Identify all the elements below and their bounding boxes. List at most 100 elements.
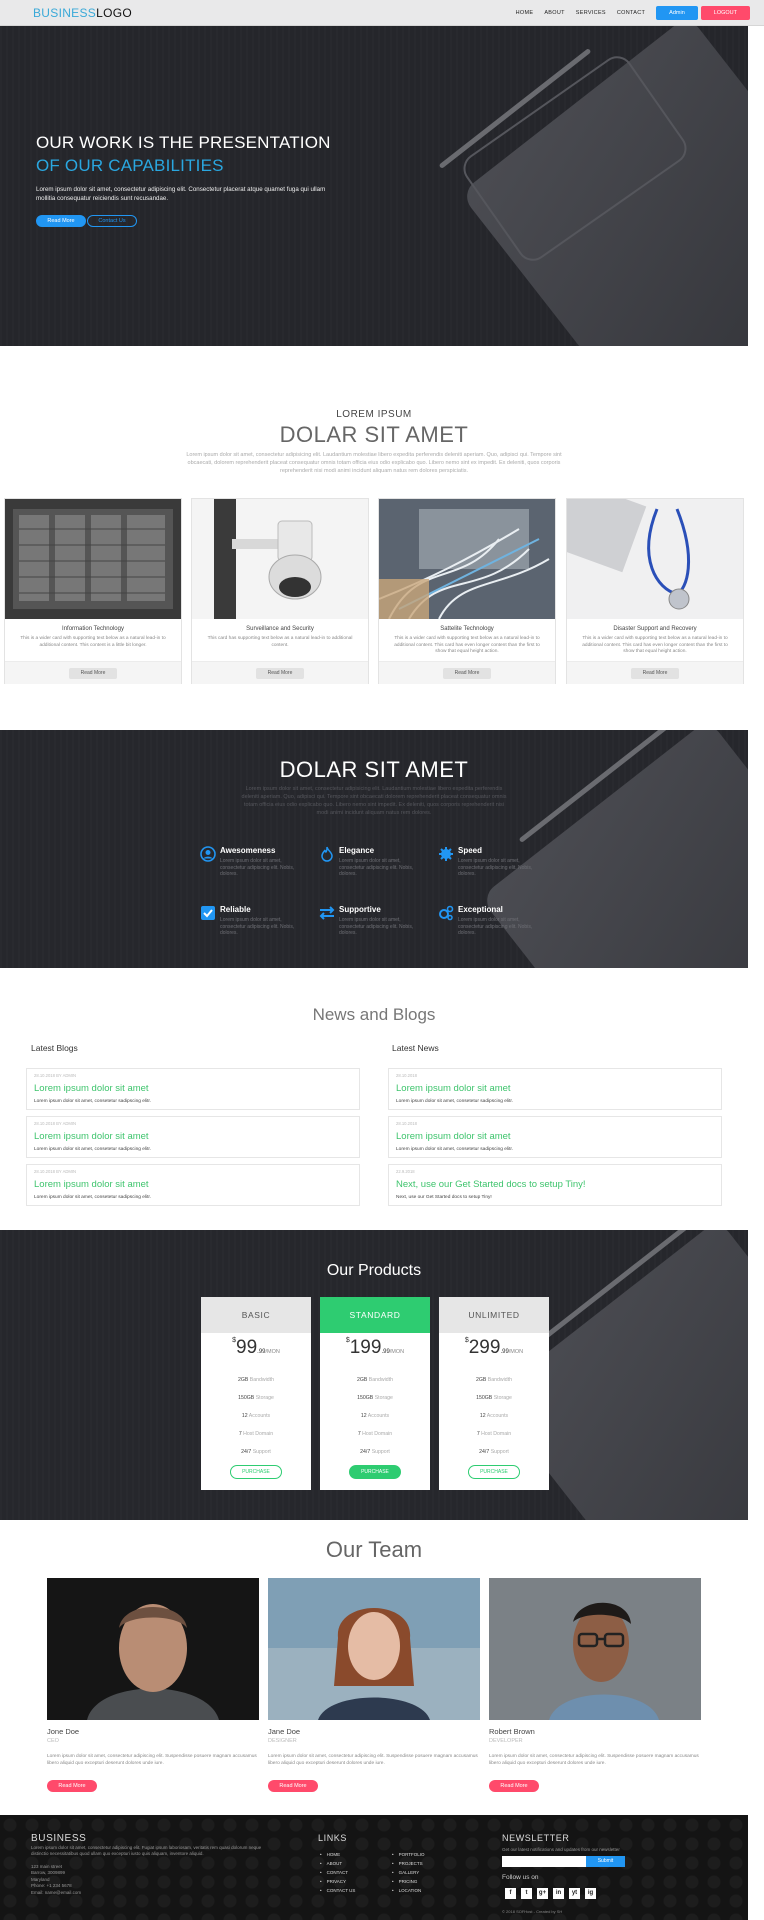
service-card: Information Technology This is a wider c… (4, 498, 182, 684)
instagram-icon[interactable]: ig (585, 1888, 596, 1899)
admin-button[interactable]: Admin (656, 6, 698, 20)
news-item[interactable]: 28.10.2018 Lorem ipsum dolor sit amet Lo… (388, 1116, 722, 1158)
youtube-icon[interactable]: yt (569, 1888, 580, 1899)
blog-meta: 28.10.2018 BY ADMIN (34, 1073, 77, 1078)
feature-value: 12 (479, 1413, 486, 1419)
blog-item[interactable]: 28.10.2018 BY ADMIN Lorem ipsum dolor si… (26, 1164, 360, 1206)
logout-button[interactable]: LOGOUT (700, 6, 750, 20)
products-title: Our Products (326, 1262, 422, 1279)
feature-desc: Lorem ipsum dolor sit amet, consectetur … (458, 858, 533, 877)
feature-label: Accounts (367, 1413, 390, 1419)
footer-address: 123 main street Barrow, 3009899 Maryland… (31, 1864, 82, 1895)
footer-link-contact-us[interactable]: CONTACT US (320, 1888, 356, 1893)
blog-headline[interactable]: Lorem ipsum dolor sit amet (34, 1179, 149, 1190)
plan-feature: 24/7 Support (320, 1449, 430, 1455)
card-read-more-button[interactable]: Read More (256, 668, 304, 679)
plan-feature: 7 Host Domain (201, 1431, 311, 1437)
feature-desc: Lorem ipsum dolor sit amet, consectetur … (220, 917, 295, 936)
card-footer: Read More (567, 661, 743, 684)
member-bio: Lorem ipsum dolor sit amet, consectetur … (489, 1754, 699, 1766)
footer-link-portfolio[interactable]: PORTFOLIO (392, 1852, 425, 1857)
pricing-plan-unlimited: UNLIMITED $299.99/MON 2GB Bandwidth 150G… (439, 1297, 549, 1490)
card-read-more-button[interactable]: Read More (631, 668, 679, 679)
footer-link-about[interactable]: ABOUT (320, 1861, 343, 1866)
card-read-more-button[interactable]: Read More (69, 668, 117, 679)
blog-excerpt: Lorem ipsum dolor sit amet, consetetur s… (34, 1195, 152, 1200)
feature-label: Accounts (486, 1413, 509, 1419)
blog-headline[interactable]: Lorem ipsum dolor sit amet (34, 1083, 149, 1094)
footer-link-location[interactable]: LOCATION (392, 1888, 422, 1893)
nav-link-about[interactable]: ABOUT (544, 10, 564, 16)
plan-price: $199.99/MON (320, 1337, 430, 1359)
plan-feature: 12 Accounts (320, 1413, 430, 1419)
footer-link-home[interactable]: HOME (320, 1852, 341, 1857)
feature-awesomeness: Awesomeness Lorem ipsum dolor sit amet, … (200, 846, 310, 886)
newsletter-email-input[interactable] (502, 1856, 586, 1867)
news-headline[interactable]: Lorem ipsum dolor sit amet (396, 1083, 511, 1094)
facebook-icon[interactable]: f (505, 1888, 516, 1899)
footer-link-privacy[interactable]: PRIVACY (320, 1879, 346, 1884)
news-meta: 22.9.2018 (396, 1169, 415, 1174)
nav-link-services[interactable]: SERVICES (576, 10, 606, 16)
site-logo[interactable]: BUSINESSLOGO (33, 6, 132, 20)
feature-supportive: Supportive Lorem ipsum dolor sit amet, c… (319, 905, 429, 945)
services-kicker: LOREM IPSUM (336, 409, 412, 420)
member-read-more-button[interactable]: Read More (489, 1780, 539, 1792)
plan-name: STANDARD (320, 1297, 430, 1333)
news-item[interactable]: 28.10.2018 Lorem ipsum dolor sit amet Lo… (388, 1068, 722, 1110)
newsletter-submit-button[interactable]: Submit (586, 1856, 625, 1867)
card-text: This is a wider card with supporting tex… (582, 636, 728, 654)
linkedin-icon[interactable]: in (553, 1888, 564, 1899)
stethoscope-image (567, 499, 743, 619)
pricing-plan-standard: STANDARD $199.99/MON 2GB Bandwidth 150GB… (320, 1297, 430, 1490)
blog-item[interactable]: 28.10.2018 BY ADMIN Lorem ipsum dolor si… (26, 1068, 360, 1110)
feature-value: 2GB (475, 1377, 487, 1383)
feature-speed: Speed Lorem ipsum dolor sit amet, consec… (438, 846, 548, 886)
footer-link-pricing[interactable]: PRICING (392, 1879, 418, 1884)
feature-value: 2GB (237, 1377, 249, 1383)
purchase-button[interactable]: PURCHASE (349, 1465, 401, 1479)
plan-name: BASIC (201, 1297, 311, 1333)
site-footer: BUSINESS Lorem ipsum dolor sit amet, con… (0, 1815, 748, 1920)
blog-item[interactable]: 28.10.2018 BY ADMIN Lorem ipsum dolor si… (26, 1116, 360, 1158)
purchase-button[interactable]: PURCHASE (468, 1465, 520, 1479)
feature-label: Bandwidth (368, 1377, 394, 1383)
footer-link-gallery[interactable]: GALLERY (392, 1870, 420, 1875)
card-footer: Read More (192, 661, 368, 684)
hero-read-more-button[interactable]: Read More (36, 215, 86, 227)
footer-link-contact[interactable]: CONTACT (320, 1870, 348, 1875)
member-read-more-button[interactable]: Read More (47, 1780, 97, 1792)
team-title: Our Team (325, 1537, 423, 1562)
feature-name: Exceptional (458, 905, 503, 914)
member-role: DESIGNER (268, 1738, 297, 1744)
card-read-more-button[interactable]: Read More (443, 668, 491, 679)
twitter-icon[interactable]: t (521, 1888, 532, 1899)
news-excerpt: Lorem ipsum dolor sit amet, consetetur s… (396, 1099, 514, 1104)
feature-label: Accounts (248, 1413, 271, 1419)
news-item[interactable]: 22.9.2018 Next, use our Get Started docs… (388, 1164, 722, 1206)
blog-headline[interactable]: Lorem ipsum dolor sit amet (34, 1131, 149, 1142)
plan-price-value: 199 (349, 1337, 382, 1358)
card-title: Disaster Support and Recovery (613, 626, 697, 632)
plan-feature: 12 Accounts (439, 1413, 549, 1419)
member-read-more-button[interactable]: Read More (268, 1780, 318, 1792)
feature-label: Bandwidth (487, 1377, 513, 1383)
news-section-title: News and Blogs (312, 1005, 436, 1024)
google-plus-icon[interactable]: g+ (537, 1888, 548, 1899)
nav-link-home[interactable]: HOME (516, 10, 534, 16)
latest-blogs-title: Latest Blogs (31, 1043, 78, 1053)
hero-contact-button[interactable]: Contact Us (87, 215, 137, 227)
news-headline[interactable]: Lorem ipsum dolor sit amet (396, 1131, 511, 1142)
nav-links: HOME ABOUT SERVICES CONTACT Admin LOGOUT (516, 6, 750, 20)
purchase-button[interactable]: PURCHASE (230, 1465, 282, 1479)
plan-feature: 150GB Storage (439, 1395, 549, 1401)
feature-name: Elegance (339, 846, 375, 855)
plan-price-cents: .99 (257, 1349, 266, 1355)
footer-link-projects[interactable]: PROJECTS (392, 1861, 423, 1866)
feature-desc: Lorem ipsum dolor sit amet, consectetur … (339, 917, 414, 936)
newsletter-title: NEWSLETTER (502, 1833, 570, 1843)
services-text: Lorem ipsum dolor sit amet, consectetur … (186, 452, 562, 474)
nav-link-contact[interactable]: CONTACT (617, 10, 645, 16)
news-headline[interactable]: Next, use our Get Started docs to setup … (396, 1179, 586, 1190)
feature-exceptional: Exceptional Lorem ipsum dolor sit amet, … (438, 905, 548, 945)
